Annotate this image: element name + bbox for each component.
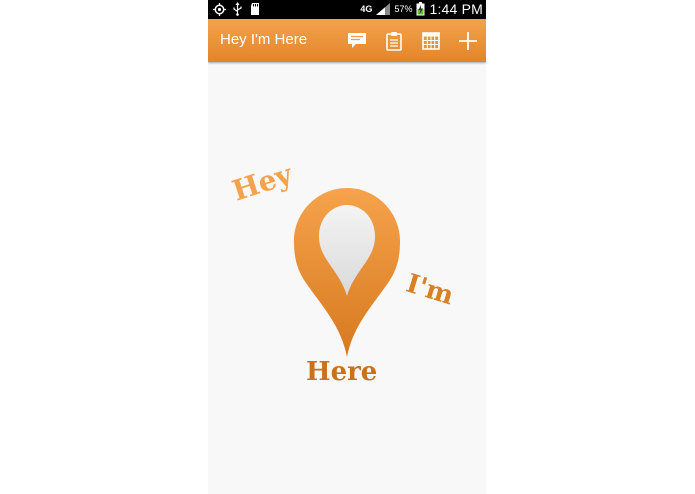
- calendar-button[interactable]: [412, 19, 449, 62]
- app-title: Hey I'm Here: [220, 31, 308, 48]
- logo-word-im: I'm: [402, 268, 457, 312]
- splash-content: Hey I'm Here: [208, 62, 486, 494]
- clock: 1:44 PM: [429, 1, 483, 17]
- chat-bubble-icon: [347, 32, 366, 48]
- calendar-icon: [421, 31, 440, 50]
- clipboard-button[interactable]: [375, 19, 412, 62]
- action-bar: Hey I'm Here: [208, 19, 486, 62]
- add-icon: [458, 31, 477, 50]
- chat-button[interactable]: [338, 19, 375, 62]
- usb-icon: [233, 2, 242, 16]
- gps-icon: [213, 2, 226, 16]
- add-button[interactable]: [449, 19, 486, 62]
- sd-card-icon: [251, 3, 259, 15]
- battery-percent: 57%: [394, 4, 413, 14]
- phone-screen: 4G 57% 1:44 PM Hey I'm Here Hey I'm Here: [208, 0, 486, 494]
- clipboard-icon: [385, 31, 402, 51]
- network-type-label: 4G: [360, 4, 373, 14]
- map-pin-icon: [294, 188, 400, 357]
- status-bar: 4G 57% 1:44 PM: [208, 0, 486, 19]
- signal-icon: [376, 3, 391, 15]
- logo-word-here: Here: [306, 357, 378, 387]
- battery-charging-icon: [416, 2, 425, 16]
- logo-word-hey: Hey: [228, 157, 297, 208]
